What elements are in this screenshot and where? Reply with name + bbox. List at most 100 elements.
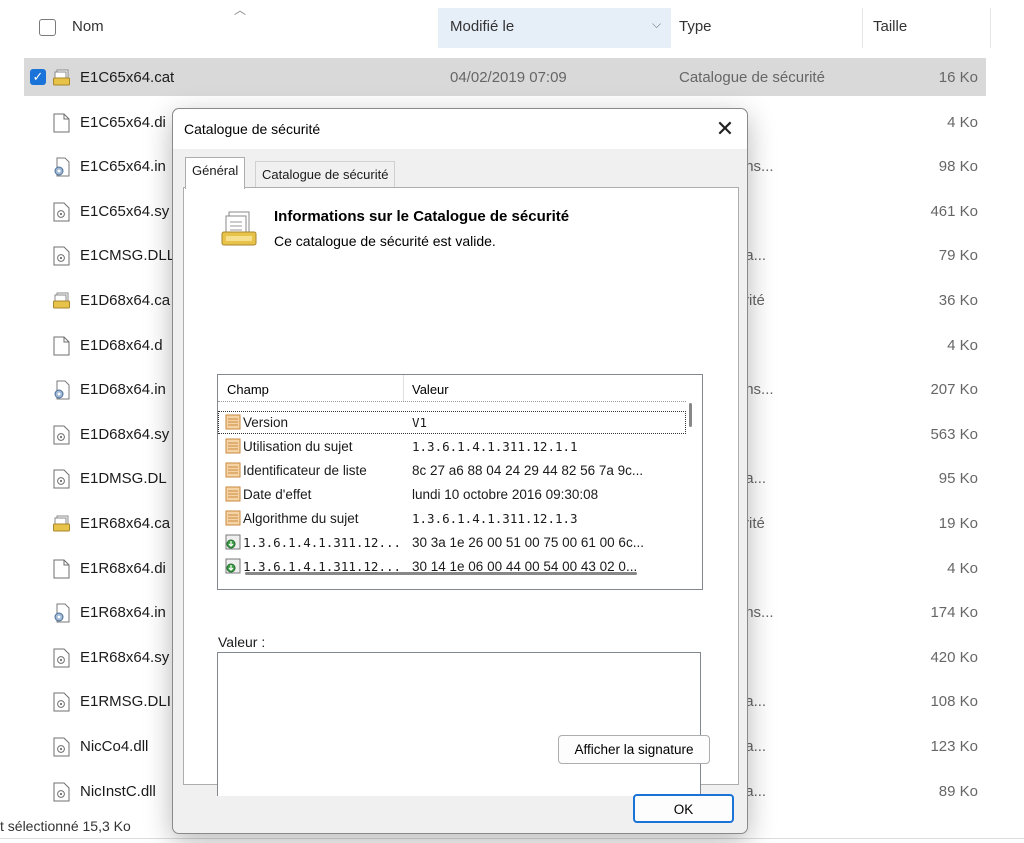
list-item[interactable]: 1.3.6.1.4.1.311.12... 30 3a 1e 26 00 51 0…	[218, 531, 686, 554]
list-item[interactable]: Utilisation du sujet 1.3.6.1.4.1.311.12.1…	[218, 435, 686, 458]
chevron-down-icon[interactable]: ⌵	[652, 17, 661, 32]
dll-file-icon	[53, 782, 70, 802]
field-name: Algorithme du sujet	[243, 511, 359, 526]
dialog-titlebar[interactable]: Catalogue de sécurité ✕	[173, 109, 747, 149]
file-size: 89 Ko	[938, 783, 978, 800]
value-label: Valeur :	[218, 634, 266, 650]
file-row[interactable]: ✓ E1C65x64.cat 04/02/2019 07:09 Catalogue d…	[24, 58, 986, 96]
field-column-header[interactable]: Champ	[227, 382, 269, 397]
file-name: E1DMSG.DL	[80, 470, 167, 487]
file-type: Catalogue de sécurité	[679, 69, 825, 86]
blank-file-icon	[53, 559, 70, 579]
field-value-list[interactable]: Champ Valeur Version V1 Utilisation du suj…	[217, 374, 703, 590]
field-value: 1.3.6.1.4.1.311.12.1.1	[412, 439, 578, 454]
divider	[0, 838, 1024, 839]
field-name: 1.3.6.1.4.1.311.12...	[243, 535, 402, 550]
system-file-icon	[53, 425, 70, 445]
system-file-icon	[53, 202, 70, 222]
file-name: E1D68x64.sy	[80, 426, 170, 443]
list-item[interactable]: Identificateur de liste 8c 27 a6 88 04 24…	[218, 459, 686, 482]
file-size: 123 Ko	[930, 738, 978, 755]
field-value: V1	[412, 415, 428, 430]
catalog-file-icon	[53, 291, 70, 311]
value-column-header[interactable]: Valeur	[412, 382, 449, 397]
field-icon	[225, 462, 241, 478]
catalog-file-icon	[53, 68, 70, 88]
column-divider[interactable]	[862, 8, 863, 48]
field-value: 8c 27 a6 88 04 24 29 44 82 56 7a 9c...	[412, 463, 644, 478]
file-size: 420 Ko	[930, 649, 978, 666]
file-name: E1R68x64.ca	[80, 515, 171, 532]
field-icon	[225, 438, 241, 454]
field-name: Version	[243, 415, 289, 430]
extension-icon	[225, 558, 241, 574]
setup-file-icon	[53, 380, 70, 400]
field-name: Identificateur de liste	[243, 463, 367, 478]
file-name: E1D68x64.d	[80, 337, 163, 354]
file-name: E1D68x64.in	[80, 381, 166, 398]
field-value: 30 3a 1e 26 00 51 00 75 00 61 00 6c...	[412, 535, 644, 550]
setup-file-icon	[53, 157, 70, 177]
dll-file-icon	[53, 469, 70, 489]
close-icon[interactable]: ✕	[711, 115, 739, 143]
column-type-header[interactable]: Type	[679, 18, 712, 35]
file-size: 108 Ko	[930, 693, 978, 710]
row-checkbox[interactable]: ✓	[30, 69, 46, 85]
file-size: 36 Ko	[938, 292, 978, 309]
column-size-header[interactable]: Taille	[873, 18, 907, 35]
file-size: 4 Ko	[947, 114, 978, 131]
file-name: E1R68x64.in	[80, 604, 166, 621]
file-name: E1C65x64.cat	[80, 69, 175, 86]
file-name: E1CMSG.DLL	[80, 247, 176, 264]
column-divider[interactable]	[990, 8, 991, 48]
value-textbox[interactable]	[217, 652, 701, 796]
catalog-file-icon	[53, 514, 70, 534]
list-item[interactable]: Version V1	[218, 411, 686, 434]
file-size: 174 Ko	[930, 604, 978, 621]
file-size: 95 Ko	[938, 470, 978, 487]
status-bar-text: t sélectionné 15,3 Ko	[0, 818, 131, 834]
column-header-bar: ︿ Nom Modifié le ⌵ Type Taille	[0, 0, 1024, 58]
file-size: 563 Ko	[930, 426, 978, 443]
file-name: E1D68x64.ca	[80, 292, 171, 309]
blank-file-icon	[53, 336, 70, 356]
general-tab-panel: Informations sur le Catalogue de sécurit…	[183, 187, 739, 796]
field-name: Utilisation du sujet	[243, 439, 353, 454]
tab-security-catalog[interactable]: Catalogue de sécurité	[255, 161, 396, 189]
file-name: E1C65x64.in	[80, 158, 166, 175]
file-size: 98 Ko	[938, 158, 978, 175]
file-size: 461 Ko	[930, 203, 978, 220]
dll-file-icon	[53, 692, 70, 712]
security-catalog-icon	[221, 211, 257, 246]
column-modified-header[interactable]: Modifié le	[450, 18, 514, 35]
setup-file-icon	[53, 603, 70, 623]
info-title: Informations sur le Catalogue de sécurit…	[274, 208, 570, 225]
column-name-header[interactable]: Nom	[72, 18, 104, 35]
list-item[interactable]: Algorithme du sujet 1.3.6.1.4.1.311.12.1.…	[218, 507, 686, 530]
security-catalog-dialog: Catalogue de sécurité ✕ Général Catalogu…	[172, 108, 748, 834]
dialog-title: Catalogue de sécurité	[184, 121, 321, 137]
file-name: E1C65x64.sy	[80, 203, 170, 220]
file-size: 79 Ko	[938, 247, 978, 264]
list-header: Champ Valeur	[218, 375, 686, 402]
file-size: 4 Ko	[947, 560, 978, 577]
file-date: 04/02/2019 07:09	[450, 69, 567, 86]
file-name: NicInstC.dll	[80, 783, 156, 800]
dll-file-icon	[53, 246, 70, 266]
file-size: 4 Ko	[947, 337, 978, 354]
column-divider[interactable]	[403, 375, 404, 401]
field-icon	[225, 510, 241, 526]
file-name: NicCo4.dll	[80, 738, 149, 755]
file-size: 16 Ko	[938, 69, 978, 86]
field-icon	[225, 414, 241, 430]
horizontal-scrollbar[interactable]	[245, 572, 637, 575]
list-item[interactable]: Date d'effet lundi 10 octobre 2016 09:30:…	[218, 483, 686, 506]
vertical-scrollbar[interactable]	[689, 403, 692, 427]
select-all-checkbox[interactable]	[39, 19, 56, 36]
show-signature-button[interactable]: Afficher la signature	[558, 735, 710, 764]
file-name: E1R68x64.di	[80, 560, 166, 577]
tab-general[interactable]: Général	[185, 157, 246, 189]
system-file-icon	[53, 648, 70, 668]
info-subtitle: Ce catalogue de sécurité est valide.	[274, 233, 496, 249]
ok-button[interactable]: OK	[633, 794, 734, 823]
